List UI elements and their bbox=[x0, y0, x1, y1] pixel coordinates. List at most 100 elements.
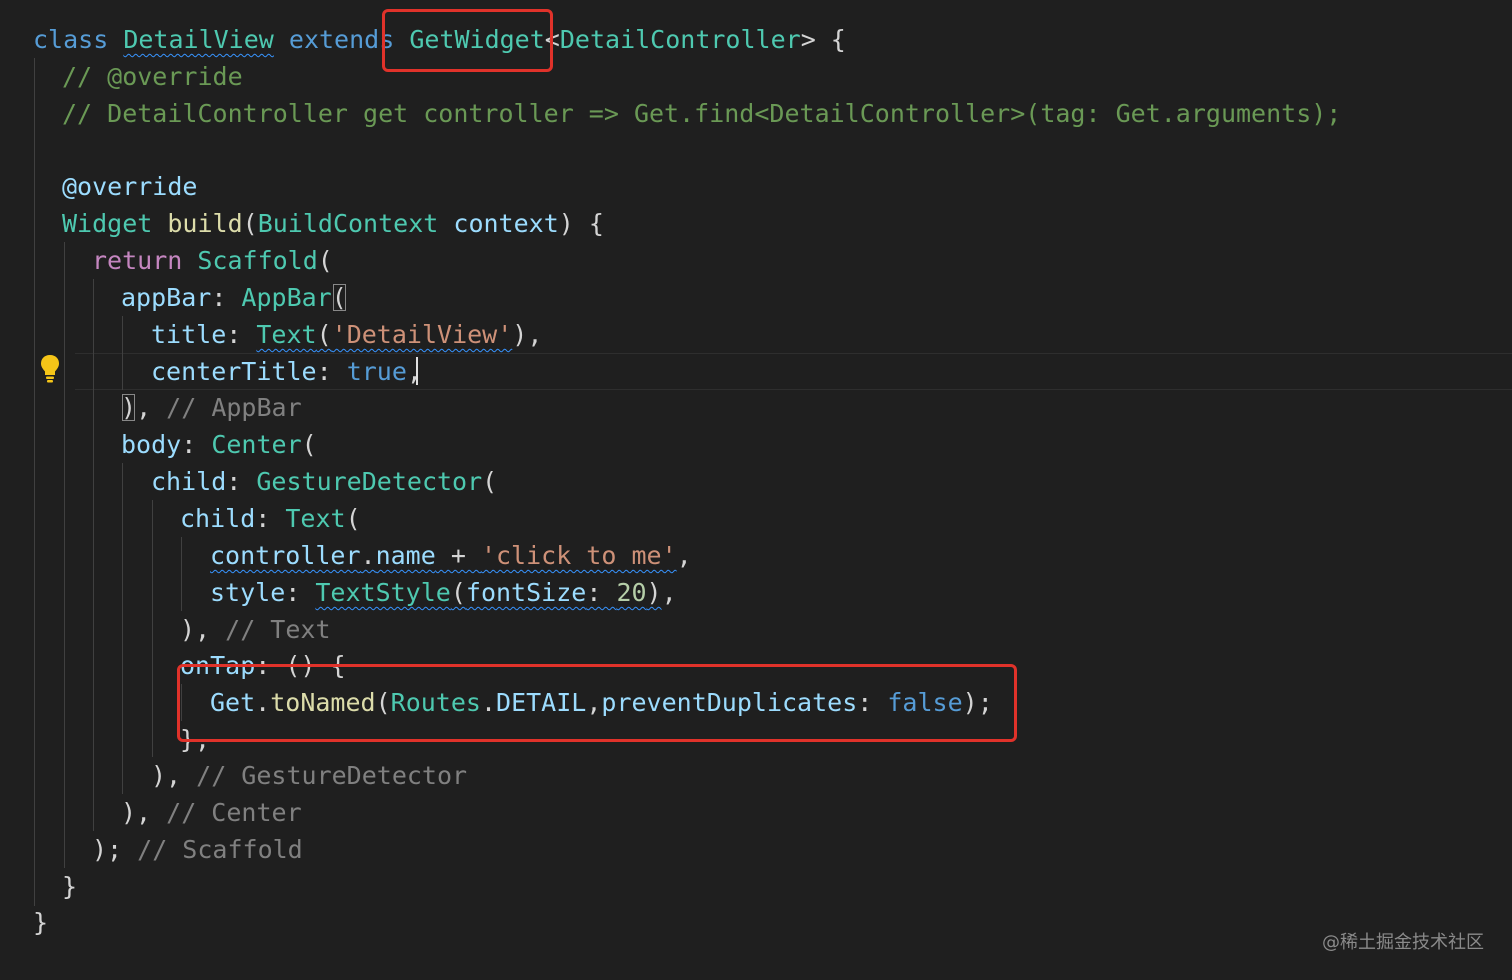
code-token: Center bbox=[211, 430, 302, 459]
code-token: name bbox=[375, 541, 436, 570]
code-line-6[interactable]: Widget build(BuildContext context) { bbox=[62, 205, 604, 242]
indent-guide bbox=[181, 537, 182, 611]
code-line-9[interactable]: title: Text('DetailView'), bbox=[151, 316, 542, 353]
indent-guide bbox=[152, 500, 153, 757]
code-token: , bbox=[676, 541, 692, 570]
code-token: : bbox=[181, 430, 212, 459]
code-token: // @override bbox=[62, 62, 243, 91]
code-token: build bbox=[167, 209, 243, 238]
code-token: 'click to me' bbox=[480, 541, 677, 570]
code-token: fontSize bbox=[465, 578, 587, 607]
code-token: true bbox=[346, 357, 407, 386]
code-line-16[interactable]: style: TextStyle(fontSize: 20), bbox=[210, 574, 677, 611]
code-token: 20 bbox=[616, 578, 647, 607]
code-token: title bbox=[151, 320, 227, 349]
code-token: appBar bbox=[121, 283, 212, 312]
code-line-12[interactable]: body: Center( bbox=[121, 426, 317, 463]
code-line-22[interactable]: ), // Center bbox=[121, 794, 302, 831]
indent-guide bbox=[64, 242, 65, 868]
code-token: ( bbox=[242, 209, 258, 238]
code-token: controller bbox=[210, 541, 361, 570]
code-line-21[interactable]: ), // GestureDetector bbox=[151, 757, 467, 794]
code-line-8[interactable]: appBar: AppBar( bbox=[121, 279, 347, 316]
code-token: , bbox=[406, 357, 422, 386]
annotation-box-tonamed bbox=[177, 664, 1017, 742]
code-line-24[interactable]: } bbox=[62, 868, 77, 905]
code-token: ( bbox=[301, 430, 317, 459]
code-token: DetailController bbox=[559, 25, 801, 54]
code-token: // AppBar bbox=[166, 393, 302, 422]
code-line-2[interactable]: // @override bbox=[62, 58, 243, 95]
indent-guide bbox=[122, 316, 123, 390]
code-token: : bbox=[255, 504, 286, 533]
code-token: body bbox=[121, 430, 182, 459]
code-token: style bbox=[210, 578, 286, 607]
code-token: : bbox=[211, 283, 242, 312]
code-line-13[interactable]: child: GestureDetector( bbox=[151, 463, 497, 500]
code-token: // DetailController get controller => Ge… bbox=[62, 99, 1342, 128]
code-token: ( bbox=[316, 320, 332, 349]
code-token: : bbox=[285, 578, 316, 607]
code-token: : bbox=[316, 357, 347, 386]
code-line-11[interactable]: ), // AppBar bbox=[121, 389, 302, 426]
code-token: ( bbox=[345, 504, 361, 533]
code-token: child bbox=[180, 504, 256, 533]
code-line-7[interactable]: return Scaffold( bbox=[92, 242, 333, 279]
code-token: context bbox=[453, 209, 559, 238]
code-token: : bbox=[226, 467, 257, 496]
code-line-25[interactable]: } bbox=[33, 904, 48, 941]
code-token: : bbox=[226, 320, 257, 349]
code-token: AppBar bbox=[241, 283, 332, 312]
code-token: Text bbox=[285, 504, 346, 533]
code-token: @override bbox=[62, 172, 198, 201]
code-line-17[interactable]: ), // Text bbox=[180, 611, 331, 648]
code-token: } bbox=[33, 908, 49, 937]
code-token: return bbox=[92, 246, 183, 275]
code-token: 'DetailView' bbox=[331, 320, 513, 349]
code-token: , bbox=[661, 578, 677, 607]
code-token: ( bbox=[450, 578, 466, 607]
code-token: ), bbox=[180, 615, 226, 644]
code-token: centerTitle bbox=[151, 357, 317, 386]
code-line-14[interactable]: child: Text( bbox=[180, 500, 361, 537]
watermark: @稀土掘金技术社区 bbox=[1322, 932, 1484, 953]
indent-guide bbox=[93, 279, 94, 831]
annotation-box-getwidget bbox=[382, 9, 553, 72]
code-editor[interactable]: class DetailView extends GetWidget<Detai… bbox=[0, 0, 1512, 980]
code-token: ) { bbox=[558, 209, 604, 238]
code-token: TextStyle bbox=[315, 578, 451, 607]
indent-guide bbox=[122, 463, 123, 794]
code-token: ( bbox=[482, 467, 498, 496]
code-line-5[interactable]: @override bbox=[62, 168, 197, 205]
code-token: ( bbox=[331, 283, 347, 312]
code-line-3[interactable]: // DetailController get controller => Ge… bbox=[62, 95, 1341, 132]
code-token: ), bbox=[151, 761, 197, 790]
code-token: // Scaffold bbox=[137, 835, 303, 864]
text-cursor bbox=[416, 357, 418, 385]
code-token: > { bbox=[800, 25, 846, 54]
code-token: extends bbox=[288, 25, 395, 54]
code-token: ( bbox=[317, 246, 333, 275]
code-token: ); bbox=[92, 835, 138, 864]
lightbulb-icon[interactable] bbox=[38, 353, 62, 385]
code-token: ), bbox=[121, 798, 167, 827]
code-token: Text bbox=[256, 320, 317, 349]
code-token: Scaffold bbox=[197, 246, 318, 275]
code-line-15[interactable]: controller.name + 'click to me', bbox=[210, 537, 692, 574]
code-line-23[interactable]: ); // Scaffold bbox=[92, 831, 303, 868]
code-token: DetailView bbox=[123, 25, 274, 54]
code-token: // GestureDetector bbox=[196, 761, 468, 790]
code-token: } bbox=[62, 872, 78, 901]
code-token: + bbox=[435, 541, 481, 570]
code-token: GestureDetector bbox=[256, 467, 483, 496]
code-token: // Text bbox=[225, 615, 331, 644]
code-token: . bbox=[360, 541, 376, 570]
code-token: BuildContext bbox=[257, 209, 439, 238]
code-line-10[interactable]: centerTitle: true, bbox=[151, 353, 422, 390]
indent-guide bbox=[34, 58, 35, 906]
code-token: Widget bbox=[62, 209, 153, 238]
